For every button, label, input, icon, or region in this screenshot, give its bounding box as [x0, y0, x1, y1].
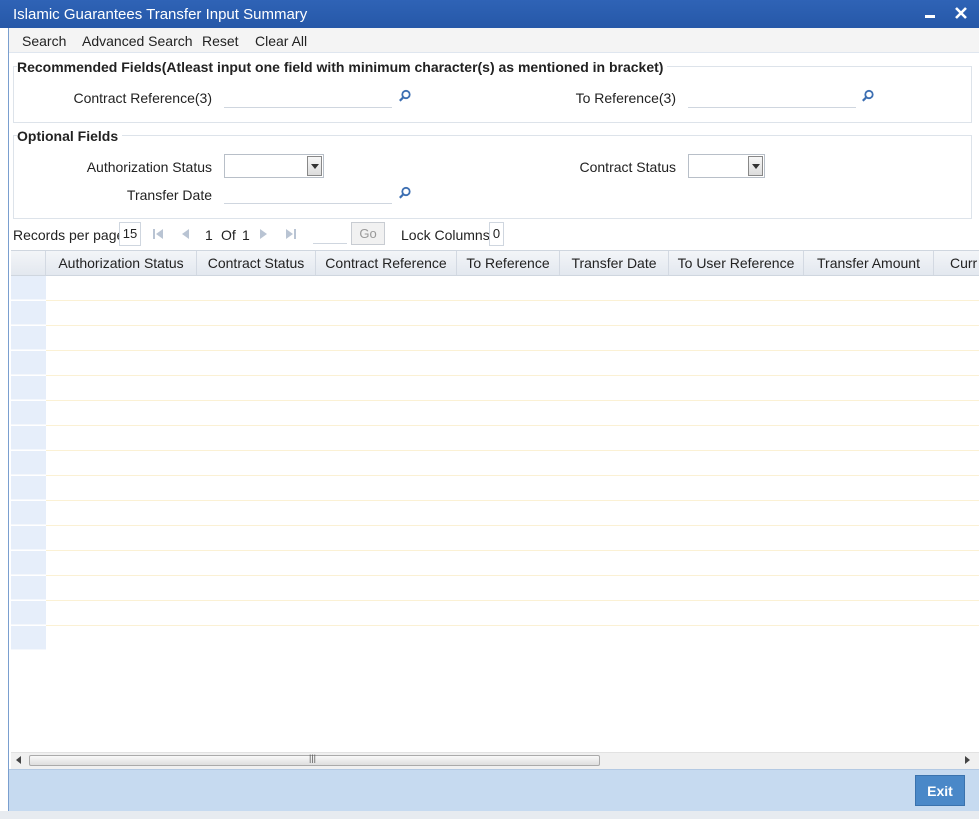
column-authorization-status[interactable]: Authorization Status [46, 251, 197, 275]
reset-menu-item[interactable]: Reset [202, 33, 239, 49]
table-row[interactable] [46, 476, 979, 501]
first-page-icon[interactable] [152, 228, 164, 240]
horizontal-scrollbar[interactable]: ||| [11, 752, 979, 769]
recommended-fields-legend: Recommended Fields(Atleast input one fie… [17, 59, 668, 75]
contract-status-label: Contract Status [579, 159, 677, 175]
row-selector[interactable] [11, 501, 46, 525]
row-selector[interactable] [11, 526, 46, 550]
window-title: Islamic Guarantees Transfer Input Summar… [13, 6, 308, 23]
window-title-bar: Islamic Guarantees Transfer Input Summar… [0, 0, 979, 28]
scroll-left-icon[interactable] [16, 756, 21, 764]
table-row[interactable] [46, 326, 979, 351]
table-row[interactable] [46, 501, 979, 526]
results-grid-header: Authorization Status Contract Status Con… [11, 250, 979, 276]
table-row[interactable] [46, 426, 979, 451]
lock-columns-input[interactable]: 0 [489, 222, 504, 246]
column-transfer-amount[interactable]: Transfer Amount [804, 251, 934, 275]
row-selector[interactable] [11, 476, 46, 500]
row-selector[interactable] [11, 626, 46, 650]
table-row[interactable] [46, 576, 979, 601]
row-selector[interactable] [11, 426, 46, 450]
go-button[interactable]: Go [351, 222, 385, 245]
table-row[interactable] [46, 376, 979, 401]
records-per-page-input[interactable]: 15 [119, 222, 141, 246]
authorization-status-label: Authorization Status [86, 159, 212, 175]
table-row[interactable] [46, 526, 979, 551]
table-row[interactable] [46, 351, 979, 376]
table-row[interactable] [46, 401, 979, 426]
to-reference-label: To Reference(3) [575, 90, 676, 106]
row-selector[interactable] [11, 326, 46, 350]
search-menu-item[interactable]: Search [22, 33, 66, 49]
optional-fields-section [13, 135, 972, 219]
transfer-date-magnifier-icon[interactable] [398, 186, 412, 200]
next-page-icon[interactable] [258, 228, 270, 240]
row-selector[interactable] [11, 276, 46, 300]
toolbar-menu: Search Advanced Search Reset Clear All [9, 28, 979, 53]
records-per-page-label: Records per page [13, 227, 125, 243]
row-selector[interactable] [11, 451, 46, 475]
column-contract-status[interactable]: Contract Status [197, 251, 316, 275]
scroll-right-icon[interactable] [965, 756, 970, 764]
to-reference-input[interactable] [688, 88, 856, 108]
grid-select-all-column[interactable] [11, 251, 46, 275]
row-selector[interactable] [11, 351, 46, 375]
goto-page-input[interactable] [313, 224, 347, 244]
minimize-icon[interactable] [920, 3, 940, 23]
of-label: Of [221, 227, 236, 243]
optional-fields-legend: Optional Fields [17, 128, 123, 144]
table-row[interactable] [46, 551, 979, 576]
total-pages: 1 [242, 227, 250, 243]
chevron-down-icon[interactable] [307, 156, 322, 176]
row-selector[interactable] [11, 301, 46, 325]
scrollbar-grip-icon: ||| [309, 753, 317, 763]
to-reference-magnifier-icon[interactable] [861, 89, 875, 103]
bottom-strip [0, 811, 979, 819]
transfer-date-input[interactable] [224, 184, 392, 204]
table-row[interactable] [46, 601, 979, 626]
exit-button[interactable]: Exit [915, 775, 965, 806]
column-currency[interactable]: Curr [934, 251, 979, 275]
contract-reference-magnifier-icon[interactable] [398, 89, 412, 103]
previous-page-icon[interactable] [179, 228, 191, 240]
row-selector[interactable] [11, 576, 46, 600]
authorization-status-select[interactable] [224, 154, 324, 178]
column-transfer-date[interactable]: Transfer Date [560, 251, 669, 275]
row-selector[interactable] [11, 401, 46, 425]
row-selector[interactable] [11, 551, 46, 575]
current-page: 1 [205, 227, 213, 243]
column-to-reference[interactable]: To Reference [457, 251, 560, 275]
lock-columns-label: Lock Columns [401, 227, 490, 243]
last-page-icon[interactable] [285, 228, 297, 240]
contract-status-select[interactable] [688, 154, 765, 178]
table-row[interactable] [46, 301, 979, 326]
column-to-user-reference[interactable]: To User Reference [669, 251, 804, 275]
close-icon[interactable] [951, 3, 971, 23]
row-selector[interactable] [11, 376, 46, 400]
row-selector[interactable] [11, 601, 46, 625]
transfer-date-label: Transfer Date [126, 187, 212, 203]
table-row[interactable] [46, 451, 979, 476]
contract-reference-label: Contract Reference(3) [73, 90, 212, 106]
column-contract-reference[interactable]: Contract Reference [316, 251, 457, 275]
summary-window: Search Advanced Search Reset Clear All R… [8, 28, 979, 812]
clear-all-menu-item[interactable]: Clear All [255, 33, 307, 49]
contract-reference-input[interactable] [224, 88, 392, 108]
table-row[interactable] [46, 276, 979, 301]
pagination-bar: Records per page 15 1 Of 1 Lock Columns … [9, 219, 979, 249]
footer-bar: Exit [9, 769, 979, 812]
chevron-down-icon[interactable] [748, 156, 763, 176]
advanced-search-menu-item[interactable]: Advanced Search [82, 33, 193, 49]
